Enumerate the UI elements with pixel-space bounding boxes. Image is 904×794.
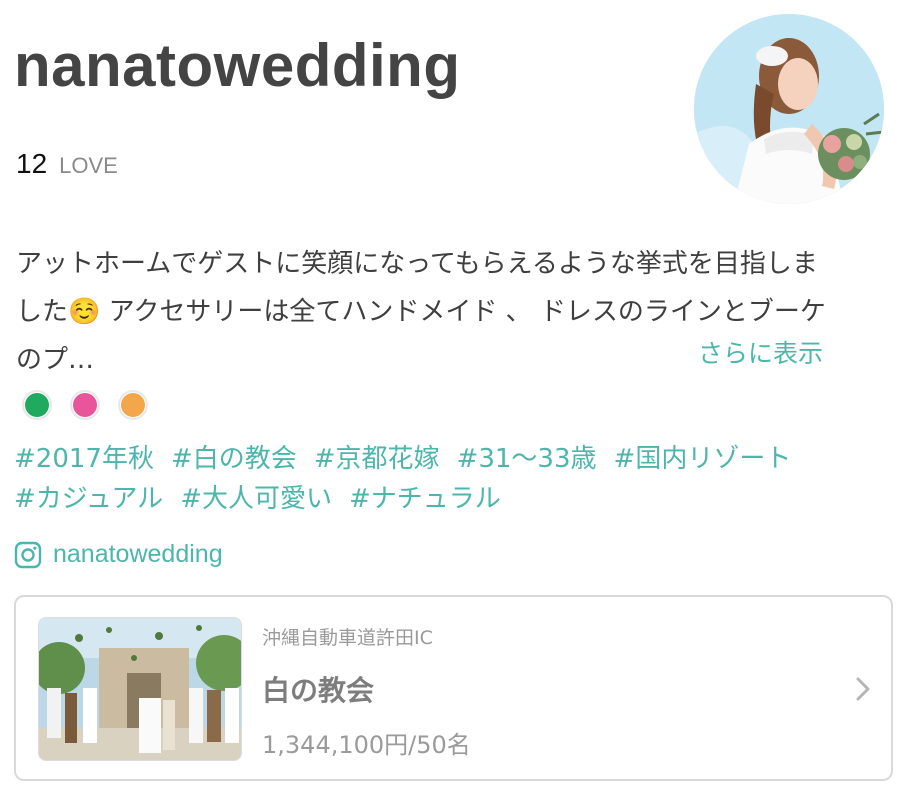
- hashtag[interactable]: #京都花嫁: [314, 438, 440, 475]
- profile-username: nanatowedding: [14, 32, 461, 99]
- love-label: LOVE: [59, 153, 118, 178]
- avatar-image: [694, 14, 884, 204]
- hashtag[interactable]: #ナチュラル: [349, 478, 501, 515]
- hashtag[interactable]: #カジュアル: [14, 478, 163, 515]
- hashtag-row: #2017年秋 #白の教会 #京都花嫁 #31〜33歳 #国内リゾート: [14, 436, 894, 476]
- hashtag[interactable]: #大人可愛い: [180, 478, 332, 515]
- hashtag-row: #カジュアル #大人可愛い #ナチュラル: [14, 476, 894, 516]
- venue-price: 1,344,100円/50名: [262, 731, 471, 759]
- venue-name: 白の教会: [262, 674, 375, 707]
- bio-line: した☺️ アクセサリーは全てハンドメイド 、 ドレスのラインとブーケ: [16, 297, 826, 327]
- hashtag[interactable]: #国内リゾート: [614, 438, 792, 475]
- theme-color-dot-pink: [70, 390, 100, 420]
- bio-line: アットホームでゲストに笑顔になってもらえるような挙式を目指しま: [16, 249, 818, 279]
- hashtag-list: #2017年秋 #白の教会 #京都花嫁 #31〜33歳 #国内リゾート #カジュ…: [14, 436, 894, 516]
- instagram-link[interactable]: nanatowedding: [14, 540, 223, 569]
- chevron-right-icon: [856, 677, 870, 701]
- venue-thumbnail: [38, 617, 242, 761]
- color-swatch: [25, 393, 49, 417]
- avatar: [694, 14, 884, 204]
- color-swatch: [121, 393, 145, 417]
- instagram-icon: [14, 541, 42, 568]
- show-more-link[interactable]: さらに表示: [698, 334, 823, 370]
- venue-photo: [39, 618, 241, 760]
- hashtag[interactable]: #2017年秋: [14, 438, 154, 475]
- love-stats: 12 LOVE: [16, 148, 118, 180]
- instagram-handle: nanatowedding: [53, 540, 223, 568]
- theme-color-dots: [22, 390, 166, 420]
- venue-location: 沖縄自動車道許田IC: [262, 627, 433, 649]
- hashtag[interactable]: #白の教会: [171, 438, 297, 475]
- theme-color-dot-orange: [118, 390, 148, 420]
- venue-card[interactable]: 沖縄自動車道許田IC 白の教会 1,344,100円/50名: [14, 595, 893, 781]
- love-count: 12: [16, 148, 48, 179]
- color-swatch: [73, 393, 97, 417]
- theme-color-dot-green: [22, 390, 52, 420]
- hashtag[interactable]: #31〜33歳: [457, 438, 597, 475]
